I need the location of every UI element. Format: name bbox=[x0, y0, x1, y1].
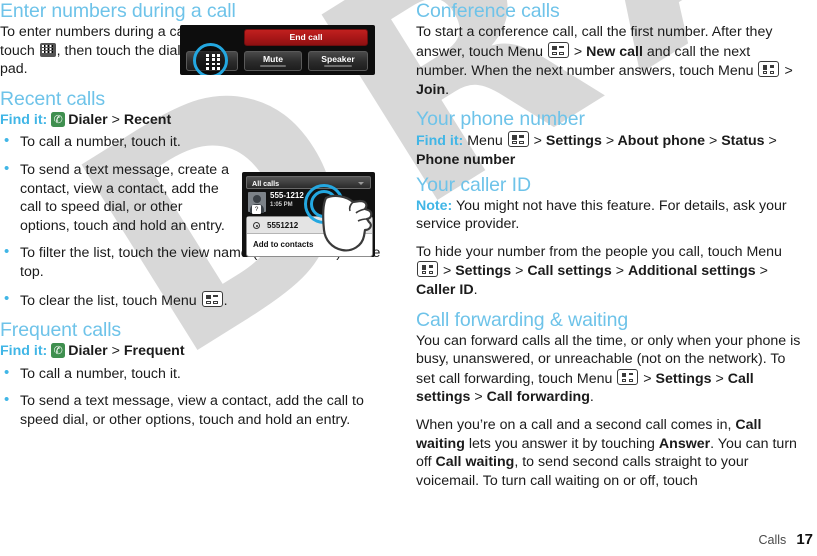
menu-icon bbox=[507, 131, 529, 148]
chevron-down-icon bbox=[358, 182, 364, 185]
paragraph-call-forwarding: You can forward calls all the time, or o… bbox=[416, 332, 802, 407]
heading-recent-calls: Recent calls bbox=[0, 87, 106, 110]
menu-icon bbox=[758, 61, 780, 78]
heading-conference-calls: Conference calls bbox=[416, 0, 560, 22]
menu-icon bbox=[617, 368, 639, 385]
sep: > bbox=[759, 263, 768, 280]
dialpad-icon bbox=[39, 42, 56, 57]
call-filter-dropdown[interactable]: All calls bbox=[246, 176, 371, 189]
conf-bold-join: Join bbox=[416, 81, 446, 98]
sep: > bbox=[515, 263, 524, 280]
path-call-settings: Call settings bbox=[527, 263, 612, 280]
period: . bbox=[589, 389, 594, 406]
dialer-app-icon: ✆ bbox=[51, 343, 66, 359]
bullet4-post: . bbox=[223, 292, 228, 309]
hand-pointer-illustration bbox=[320, 192, 375, 254]
bullet4-pre: To clear the list, touch Menu bbox=[20, 292, 197, 309]
heading-call-forwarding-waiting: Call forwarding & waiting bbox=[416, 308, 629, 331]
sep: > bbox=[715, 370, 724, 387]
dialer-app-icon: ✆ bbox=[51, 111, 66, 127]
period: . bbox=[473, 281, 478, 298]
bullet-list-frequent: To call a number, touch it. To send a te… bbox=[0, 364, 386, 430]
findit-phone-number: Find it: Menu > Settings > About phone >… bbox=[416, 131, 802, 169]
filter-label: All calls bbox=[252, 179, 280, 188]
findit-target-frequent: Frequent bbox=[123, 343, 185, 360]
findit-label: Find it: bbox=[0, 111, 48, 128]
footer-page-number: 17 bbox=[796, 531, 813, 548]
path-caller-id: Caller ID bbox=[416, 281, 474, 298]
list-item: To call a number, touch it. bbox=[0, 364, 386, 384]
figure-in-call-screen: End call Mute Speaker bbox=[180, 25, 375, 75]
page-footer: Calls 17 bbox=[759, 531, 813, 548]
sep: > bbox=[615, 263, 624, 280]
list-item: To clear the list, touch Menu . bbox=[0, 290, 386, 311]
heading-enter-numbers: Enter numbers during a call bbox=[0, 0, 236, 22]
findit-frequent-calls: Find it: ✆ Dialer > Frequent bbox=[0, 342, 386, 361]
findit-separator: > bbox=[708, 133, 718, 150]
speaker-button[interactable]: Speaker bbox=[308, 51, 368, 71]
end-call-button[interactable]: End call bbox=[244, 29, 368, 46]
note-text: You might not have this feature. For det… bbox=[416, 197, 787, 233]
heading-frequent-calls: Frequent calls bbox=[0, 319, 122, 342]
findit-path-settings: Settings bbox=[545, 133, 602, 150]
phone-handset-glyph: ✆ bbox=[53, 344, 63, 358]
call-entry-number[interactable]: 555-1212 bbox=[270, 191, 304, 200]
findit-separator: > bbox=[111, 343, 120, 360]
findit-separator: > bbox=[605, 133, 615, 150]
findit-app-dialer: Dialer bbox=[68, 343, 108, 360]
conf-bold-new-call: New call bbox=[586, 43, 643, 60]
findit-label: Find it: bbox=[416, 133, 464, 150]
paragraph-conference-calls: To start a conference call, call the fir… bbox=[416, 23, 802, 99]
findit-target-recent: Recent bbox=[123, 111, 172, 128]
footer-chapter-label: Calls bbox=[758, 533, 787, 547]
findit-separator: > bbox=[111, 111, 120, 128]
sep: > bbox=[442, 263, 452, 280]
phone-handset-glyph: ✆ bbox=[53, 112, 63, 126]
list-item: To send a text message, create a contact… bbox=[0, 160, 232, 235]
path-call-forwarding: Call forwarding bbox=[486, 389, 590, 406]
path-settings: Settings bbox=[455, 263, 512, 280]
path-additional-settings: Additional settings bbox=[627, 263, 756, 280]
findit-recent-calls: Find it: ✆ Dialer > Recent bbox=[0, 111, 386, 130]
findit-separator: > bbox=[768, 133, 777, 150]
paragraph-caller-id-note: Note: You might not have this feature. F… bbox=[416, 197, 802, 234]
sep: > bbox=[643, 370, 652, 387]
unknown-contact-badge: ? bbox=[252, 205, 261, 214]
right-column: Conference calls To start a conference c… bbox=[416, 0, 802, 499]
menu-icon bbox=[201, 290, 223, 307]
findit-path-phone-number: Phone number bbox=[416, 151, 516, 168]
findit-label: Find it: bbox=[0, 343, 48, 360]
bold-answer: Answer bbox=[658, 435, 711, 452]
heading-your-caller-id: Your caller ID bbox=[416, 173, 531, 196]
sep: > bbox=[474, 389, 483, 406]
heading-your-phone-number: Your phone number bbox=[416, 108, 585, 131]
menu-item-add-to-contacts[interactable]: Add to contacts bbox=[253, 240, 313, 249]
findit-path-about-phone: About phone bbox=[617, 133, 705, 150]
conf-sep-1: > bbox=[573, 43, 583, 60]
bold-call-waiting-2: Call waiting bbox=[435, 454, 515, 471]
findit-menu-word: Menu bbox=[467, 133, 503, 150]
waiting-text-c: lets you answer it by touching bbox=[468, 435, 655, 452]
list-item: To send a text message, view a contact, … bbox=[0, 391, 386, 429]
findit-path-status: Status bbox=[721, 133, 765, 150]
menu-icon bbox=[417, 261, 438, 278]
path-settings: Settings bbox=[655, 370, 712, 387]
menu-icon bbox=[547, 41, 569, 58]
call-entry-time: 1:05 PM bbox=[270, 202, 293, 208]
touch-highlight-ring bbox=[193, 43, 228, 75]
mute-button[interactable]: Mute bbox=[244, 51, 302, 71]
conf-sep-2: > bbox=[784, 63, 793, 80]
manual-page: Enter numbers during a call To enter num… bbox=[0, 0, 817, 556]
note-label: Note: bbox=[416, 197, 453, 214]
findit-separator: > bbox=[533, 133, 542, 150]
findit-app-dialer: Dialer bbox=[68, 111, 108, 128]
waiting-text-a: When you’re on a call and a second call … bbox=[416, 416, 732, 433]
paragraph-hide-number: To hide your number from the people you … bbox=[416, 243, 802, 300]
list-item: To call a number, touch it. bbox=[0, 132, 232, 152]
keypad-glyph-icon bbox=[206, 54, 221, 72]
paragraph-call-waiting: When you’re on a call and a second call … bbox=[416, 416, 802, 490]
figure-recent-calls-screen: All calls ? 555-1212 1:05 PM 5551212 Add… bbox=[242, 172, 375, 257]
hide-number-text: To hide your number from the people you … bbox=[416, 243, 782, 260]
conf-period: . bbox=[445, 81, 450, 98]
